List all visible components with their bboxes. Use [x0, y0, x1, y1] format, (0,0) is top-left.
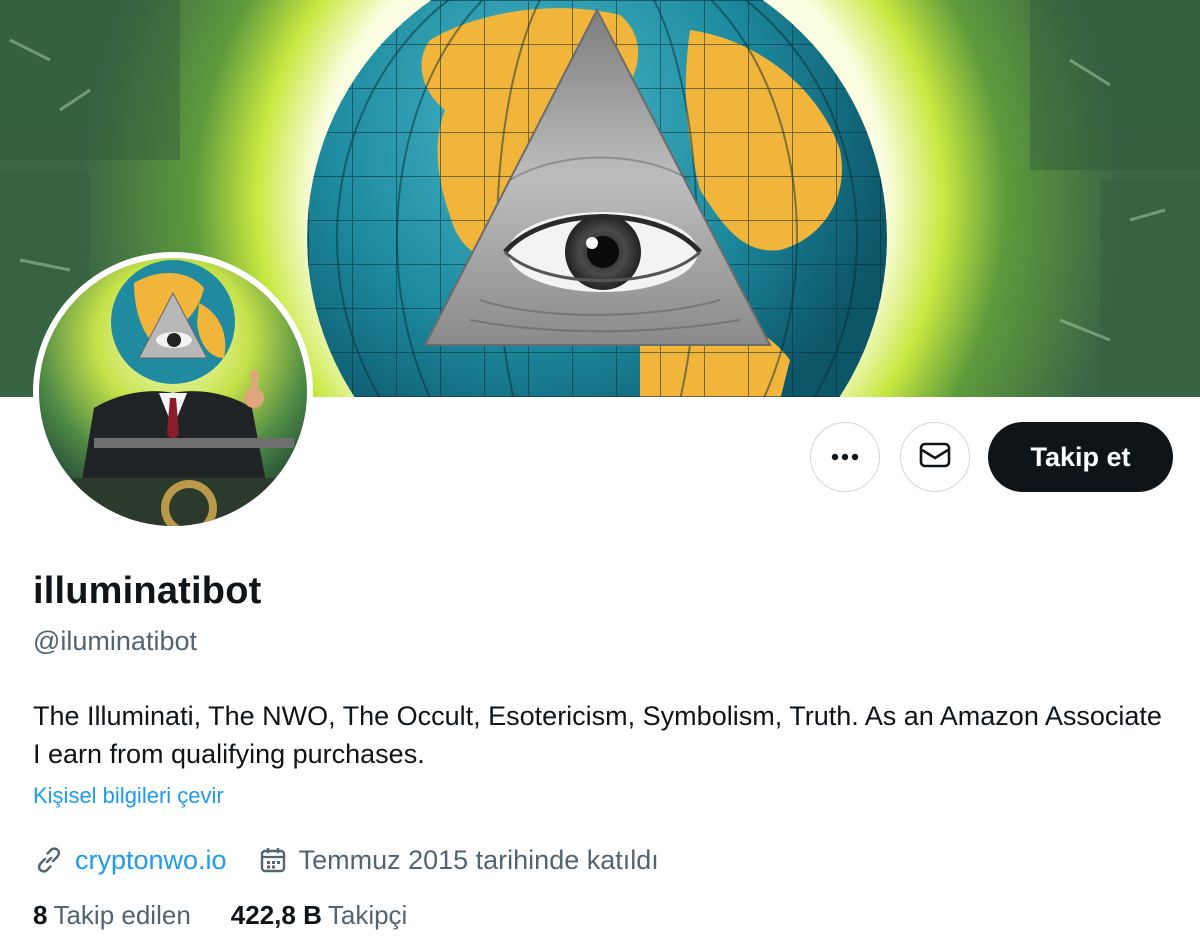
follow-stats: 8 Takip edilen 422,8 B Takipçi	[33, 900, 447, 931]
calendar-icon	[257, 844, 289, 876]
message-button[interactable]	[900, 422, 970, 492]
profile-page: Takip et illuminatibot @iluminatibot The…	[0, 0, 1200, 940]
followers-label: Takipçi	[327, 900, 408, 930]
display-name: illuminatibot	[33, 570, 262, 612]
link-icon	[33, 844, 65, 876]
translate-bio-link[interactable]: Kişisel bilgileri çevir	[33, 783, 224, 809]
website-item[interactable]: cryptonwo.io	[33, 844, 227, 876]
followers-stat[interactable]: 422,8 B Takipçi	[231, 900, 408, 931]
joined-item: Temmuz 2015 tarihinde katıldı	[257, 844, 659, 876]
joined-date: Temmuz 2015 tarihinde katıldı	[298, 844, 659, 875]
avatar-image	[39, 258, 307, 526]
more-options-button[interactable]	[810, 422, 880, 492]
followers-count: 422,8 B	[230, 900, 322, 930]
profile-bio: The Illuminati, The NWO, The Occult, Eso…	[33, 701, 1162, 769]
website-link[interactable]: cryptonwo.io	[75, 845, 227, 876]
profile-meta: cryptonwo.io Temmuz 2015 tarihinde katıl…	[33, 840, 689, 880]
more-horizontal-icon	[831, 448, 859, 466]
follow-button[interactable]: Takip et	[988, 422, 1173, 492]
profile-avatar[interactable]	[33, 252, 313, 532]
following-count: 8	[33, 900, 48, 930]
following-label: Takip edilen	[53, 900, 191, 930]
envelope-icon	[919, 442, 951, 473]
user-handle: @iluminatibot	[33, 626, 197, 656]
following-stat[interactable]: 8 Takip edilen	[33, 900, 191, 931]
